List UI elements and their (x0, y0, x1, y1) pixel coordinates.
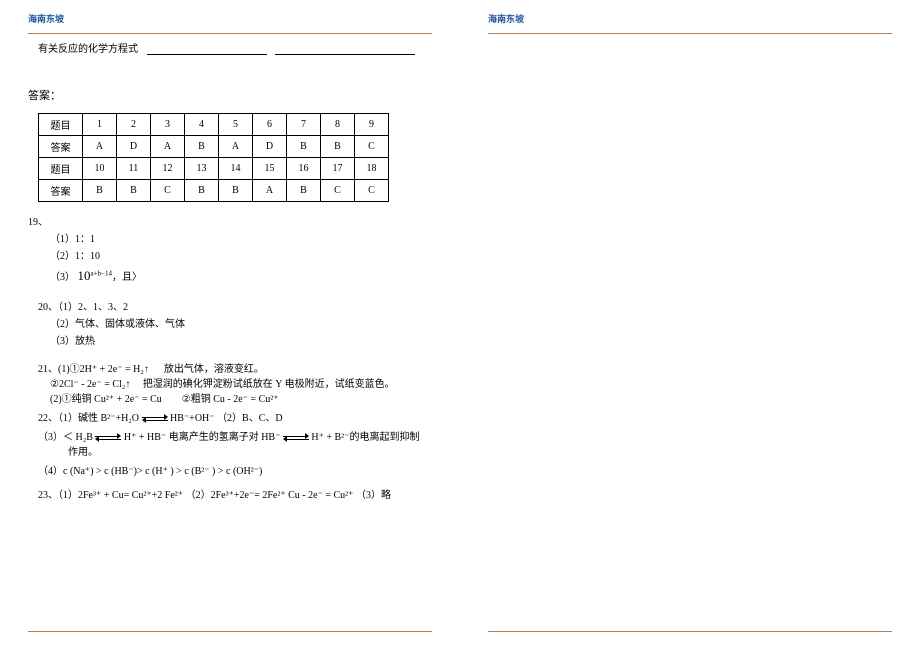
part-a: （3）＜ H₂B (38, 432, 93, 443)
cell: 16 (287, 158, 321, 180)
cell: 18 (355, 158, 389, 180)
cell: C (355, 136, 389, 158)
question-19: 19、 （1）1：1 （2）1：10 （3） 10a+b−14，且〉 (28, 214, 432, 287)
cell: 2 (117, 114, 151, 136)
cell: 15 (253, 158, 287, 180)
two-column-layout: 海南东坡 有关反应的化学方程式 答案： 题目 1 2 3 4 5 6 7 8 9… (0, 0, 920, 650)
question-21: 21、(1)①2H⁺ + 2e⁻ = H₂↑ 放出气体，溶液变红。 ②2Cl⁻ … (28, 362, 432, 407)
table-row: 题目 10 11 12 13 14 15 16 17 18 (39, 158, 389, 180)
q21-line2: ②2Cl⁻ - 2e⁻ = Cl₂↑ 把湿润的碘化钾淀粉试纸放在 Y 电极附近，… (50, 377, 432, 392)
q20-line3: （3）放热 (50, 333, 432, 350)
cell: B (219, 180, 253, 202)
table-row: 题目 1 2 3 4 5 6 7 8 9 (39, 114, 389, 136)
cell: 17 (321, 158, 355, 180)
part-b: HB⁻+OH⁻ （2）B、C、D (170, 413, 283, 424)
cell: A (83, 136, 117, 158)
q19-sub1: （1）1：1 (50, 231, 432, 248)
text: （1）1：1 (50, 234, 95, 245)
cell: 12 (151, 158, 185, 180)
suffix: ，且〉 (112, 272, 142, 283)
header-rule-right (488, 33, 892, 34)
cell: A (253, 180, 287, 202)
left-column: 海南东坡 有关反应的化学方程式 答案： 题目 1 2 3 4 5 6 7 8 9… (0, 0, 460, 650)
cell: B (287, 180, 321, 202)
equilibrium-arrow-icon (95, 434, 121, 442)
row-label: 题目 (39, 114, 83, 136)
question-22: 22、（1）碱性 B²⁻+H₂O HB⁻+OH⁻ （2）B、C、D （3）＜ H… (28, 411, 432, 479)
cell: 7 (287, 114, 321, 136)
q19-sub2: （2）1：10 (50, 248, 432, 265)
cell: 4 (185, 114, 219, 136)
q22-line1: 22、（1）碱性 B²⁻+H₂O HB⁻+OH⁻ （2）B、C、D (38, 411, 432, 426)
part-b: 放出气体，溶液变红。 (164, 364, 264, 375)
q20-line2: （2）气体、固体或液体、气体 (50, 316, 432, 333)
cell: B (83, 180, 117, 202)
row-label: 答案 (39, 180, 83, 202)
footer-rule-left (28, 631, 432, 632)
header-rule-left (28, 33, 432, 34)
q22-line2: （3）＜ H₂B H⁺ + HB⁻ 电离产生的氢离子对 HB⁻ H⁺ + B²⁻… (38, 430, 432, 445)
cell: A (151, 136, 185, 158)
part-a: (2)①纯铜 Cu²⁺ + 2e⁻ = Cu (50, 394, 162, 405)
cell: C (151, 180, 185, 202)
cell: A (219, 136, 253, 158)
right-column: 海南东坡 (460, 0, 920, 650)
part-c: H⁺ + B²⁻的电离起到抑制 (311, 432, 419, 443)
header-left: 海南东坡 (28, 12, 432, 27)
part-b: ②粗铜 Cu - 2e⁻ = Cu²⁺ (182, 394, 279, 405)
text: （2）1：10 (50, 251, 100, 262)
cell: C (355, 180, 389, 202)
cell: 5 (219, 114, 253, 136)
cell: 3 (151, 114, 185, 136)
cell: 6 (253, 114, 287, 136)
question-20: 20、（1）2、1、3、2 （2）气体、固体或液体、气体 （3）放热 (28, 299, 432, 350)
footer-rule-right (488, 631, 892, 632)
prompt-text: 有关反应的化学方程式 (38, 44, 138, 55)
exponent: a+b−14 (91, 270, 113, 278)
cell: 8 (321, 114, 355, 136)
part-b: H⁺ + HB⁻ 电离产生的氢离子对 HB⁻ (124, 432, 280, 443)
part-a: 22、（1）碱性 B²⁻+H₂O (38, 413, 139, 424)
cell: D (117, 136, 151, 158)
blank-1 (147, 45, 267, 55)
cell: 9 (355, 114, 389, 136)
blank-2 (275, 45, 415, 55)
q21-line1: 21、(1)①2H⁺ + 2e⁻ = H₂↑ 放出气体，溶液变红。 (38, 362, 432, 377)
part-a: 21、(1)①2H⁺ + 2e⁻ = H₂↑ (38, 364, 149, 375)
answers-heading: 答案： (28, 87, 432, 103)
cell: C (321, 180, 355, 202)
cell: B (185, 180, 219, 202)
q20-line1: 20、（1）2、1、3、2 (38, 299, 432, 316)
q23-line: 23、（1）2Fe³⁺ + Cu= Cu²⁺+2 Fe²⁺ （2）2Fe³⁺+2… (38, 487, 432, 504)
header-right: 海南东坡 (488, 12, 892, 27)
cell: 10 (83, 158, 117, 180)
table-row: 答案 A D A B A D B B C (39, 136, 389, 158)
cell: B (185, 136, 219, 158)
cell: D (253, 136, 287, 158)
q22-line2d: 作用。 (68, 445, 432, 460)
cell: B (321, 136, 355, 158)
cell: 1 (83, 114, 117, 136)
base: 10 (78, 268, 91, 283)
cell: B (117, 180, 151, 202)
cell: 11 (117, 158, 151, 180)
equilibrium-arrow-icon (283, 434, 309, 442)
q19-number: 19、 (28, 214, 432, 231)
row-label: 题目 (39, 158, 83, 180)
part-a: ②2Cl⁻ - 2e⁻ = Cl₂↑ (50, 379, 130, 390)
part-b: 把湿润的碘化钾淀粉试纸放在 Y 电极附近，试纸变蓝色。 (143, 379, 395, 390)
q19-sub3: （3） 10a+b−14，且〉 (50, 265, 432, 287)
equation-prompt: 有关反应的化学方程式 (38, 40, 432, 55)
cell: B (287, 136, 321, 158)
equilibrium-arrow-icon (142, 415, 168, 423)
cell: 13 (185, 158, 219, 180)
question-23: 23、（1）2Fe³⁺ + Cu= Cu²⁺+2 Fe²⁺ （2）2Fe³⁺+2… (28, 487, 432, 504)
answer-key-table: 题目 1 2 3 4 5 6 7 8 9 答案 A D A B A D B B (38, 113, 389, 202)
q22-line3: （4）c (Na⁺) > c (HB⁻)> c (H⁺ ) > c (B²⁻ )… (38, 464, 432, 479)
row-label: 答案 (39, 136, 83, 158)
cell: 14 (219, 158, 253, 180)
table-row: 答案 B B C B B A B C C (39, 180, 389, 202)
q21-line3: (2)①纯铜 Cu²⁺ + 2e⁻ = Cu ②粗铜 Cu - 2e⁻ = Cu… (50, 392, 432, 407)
prefix: （3） (50, 272, 75, 283)
